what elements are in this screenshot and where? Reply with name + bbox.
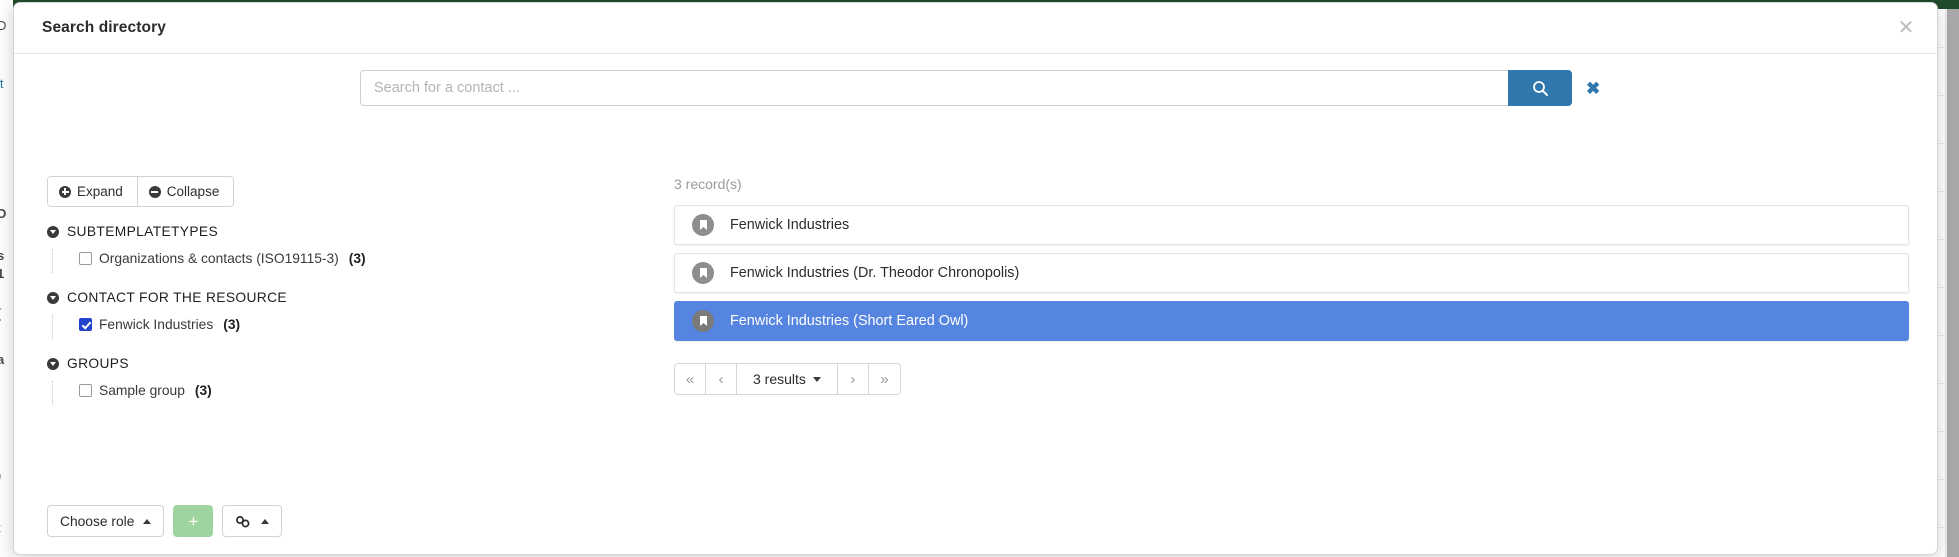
close-icon[interactable]: ✕ bbox=[1893, 15, 1919, 41]
search-icon bbox=[1532, 80, 1549, 97]
bookmark-icon bbox=[692, 262, 714, 284]
list-item[interactable]: Fenwick Industries (Dr. Theodor Chronopo… bbox=[674, 253, 1909, 293]
pagination-last-button[interactable]: » bbox=[868, 364, 900, 394]
modal-header: Search directory ✕ bbox=[14, 3, 1937, 54]
page-scrollbar[interactable] bbox=[1945, 9, 1959, 557]
pagination-prev-button[interactable]: ‹ bbox=[706, 364, 737, 394]
facet-group: SUBTEMPLATETYPES Organizations & contact… bbox=[47, 224, 667, 273]
search-input[interactable] bbox=[360, 70, 1508, 106]
chevron-down-circle-icon bbox=[47, 225, 59, 238]
search-submit-button[interactable] bbox=[1508, 70, 1572, 106]
chevron-up-icon bbox=[261, 518, 270, 524]
list-item-label: Fenwick Industries bbox=[730, 217, 850, 233]
facet-item-label: Fenwick Industries bbox=[99, 317, 214, 332]
modal-footer: Choose role + bbox=[47, 505, 283, 537]
collapse-label: Collapse bbox=[166, 184, 220, 199]
clear-search-button[interactable]: ✖ bbox=[1586, 80, 1600, 97]
search-bar: ✖ bbox=[360, 70, 1600, 106]
facet-item-count: (3) bbox=[223, 317, 241, 332]
checkbox-unchecked-icon[interactable] bbox=[79, 384, 92, 397]
list-item-label: Fenwick Industries (Short Eared Owl) bbox=[730, 313, 969, 329]
facet-panel: Expand Collapse SUBTEMPLATETYPES Organiz… bbox=[47, 176, 667, 405]
facet-item-count: (3) bbox=[348, 251, 366, 266]
expand-all-button[interactable]: Expand bbox=[48, 177, 138, 206]
facet-group: GROUPS Sample group (3) bbox=[47, 356, 667, 405]
facet-group-title: GROUPS bbox=[67, 356, 129, 371]
pagination-first-button[interactable]: « bbox=[675, 364, 706, 394]
bookmark-icon bbox=[692, 214, 714, 236]
facet-item-count: (3) bbox=[194, 383, 212, 398]
pagination: « ‹ 3 results › » bbox=[674, 363, 901, 395]
facet-group-title: SUBTEMPLATETYPES bbox=[67, 224, 219, 239]
plus-circle-icon bbox=[59, 185, 71, 198]
checkbox-checked-icon[interactable] bbox=[79, 318, 92, 331]
page-scrollbar-thumb[interactable] bbox=[1947, 9, 1959, 557]
chevron-down-icon bbox=[812, 376, 821, 382]
pagination-page-size-dropdown[interactable]: 3 results bbox=[737, 364, 838, 394]
facet-item-list: Fenwick Industries (3) bbox=[52, 315, 667, 339]
chevron-down-circle-icon bbox=[47, 357, 59, 370]
facet-item-list: Sample group (3) bbox=[52, 381, 667, 405]
pagination-next-button[interactable]: › bbox=[837, 364, 869, 394]
search-directory-modal: Search directory ✕ ✖ Expand bbox=[13, 2, 1938, 555]
chain-link-icon bbox=[235, 515, 252, 528]
minus-circle-icon bbox=[148, 185, 161, 198]
facet-group-header-contact-for-the-resource[interactable]: CONTACT FOR THE RESOURCE bbox=[47, 290, 667, 305]
chevron-down-circle-icon bbox=[47, 291, 59, 304]
facet-item-label: Sample group bbox=[99, 383, 185, 398]
modal-body: ✖ Expand Collapse SUBTEMPLATETYPES bbox=[14, 54, 1937, 554]
chevron-up-icon bbox=[143, 518, 152, 524]
checkbox-unchecked-icon[interactable] bbox=[79, 252, 92, 265]
facet-group-header-subtemplatetypes[interactable]: SUBTEMPLATETYPES bbox=[47, 224, 667, 239]
facet-group-header-groups[interactable]: GROUPS bbox=[47, 356, 667, 371]
add-contact-button[interactable]: + bbox=[173, 505, 214, 537]
collapse-all-button[interactable]: Collapse bbox=[137, 177, 234, 206]
pagination-page-label: 3 results bbox=[753, 371, 806, 387]
choose-role-label: Choose role bbox=[60, 513, 135, 529]
facet-group-title: CONTACT FOR THE RESOURCE bbox=[67, 290, 287, 305]
bookmark-icon bbox=[692, 310, 714, 332]
record-count-label: 3 record(s) bbox=[674, 176, 742, 192]
list-item-label: Fenwick Industries (Dr. Theodor Chronopo… bbox=[730, 265, 1020, 281]
background-left-strip: D it I : D s 1 ( a ) t bbox=[0, 0, 13, 557]
facet-item-label: Organizations & contacts (ISO19115-3) bbox=[99, 251, 339, 266]
facet-group: CONTACT FOR THE RESOURCE Fenwick Industr… bbox=[47, 290, 667, 339]
facet-checkbox-row[interactable]: Sample group (3) bbox=[79, 381, 667, 405]
results-panel: 3 record(s) Fenwick Industries Fenwick I… bbox=[674, 176, 1909, 395]
facet-toolbar: Expand Collapse bbox=[47, 176, 235, 207]
list-item[interactable]: Fenwick Industries bbox=[674, 205, 1909, 245]
list-item-selected[interactable]: Fenwick Industries (Short Eared Owl) bbox=[674, 301, 1909, 341]
link-actions-dropdown[interactable] bbox=[222, 505, 283, 537]
choose-role-dropdown[interactable]: Choose role bbox=[47, 505, 165, 537]
facet-item-list: Organizations & contacts (ISO19115-3) (3… bbox=[52, 249, 667, 273]
page-title: Search directory bbox=[42, 19, 166, 36]
expand-label: Expand bbox=[77, 184, 123, 199]
facet-checkbox-row[interactable]: Fenwick Industries (3) bbox=[79, 315, 667, 339]
facet-checkbox-row[interactable]: Organizations & contacts (ISO19115-3) (3… bbox=[79, 249, 667, 273]
